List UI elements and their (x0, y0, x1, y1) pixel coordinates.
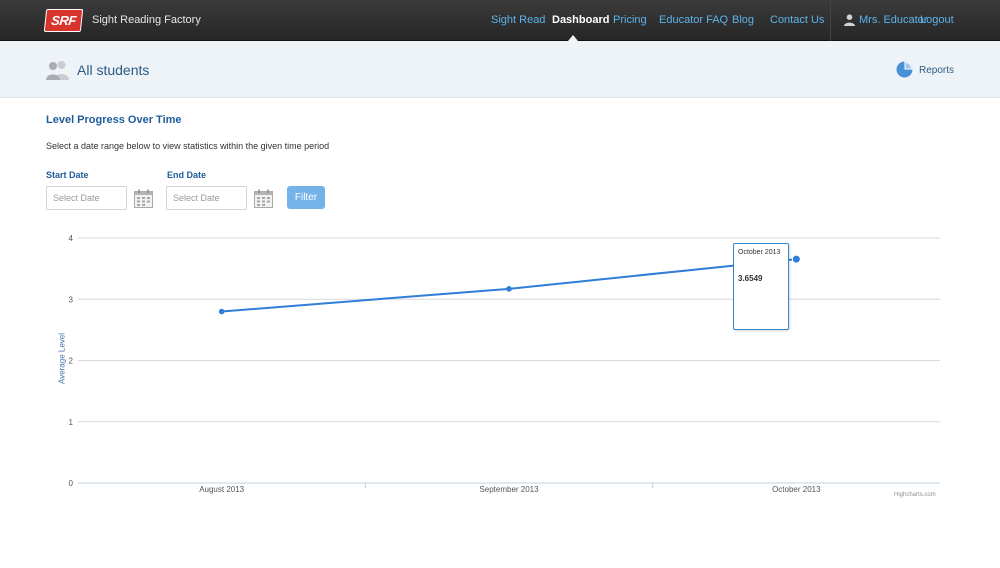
level-progress-chart: 0 1 2 3 4 August 2013 September 2013 October 2… (69, 234, 940, 494)
nav-pricing[interactable]: Pricing (613, 14, 647, 26)
y-axis-title: Average Level (57, 333, 67, 384)
nav-divider (830, 0, 831, 41)
filter-button[interactable]: Filter (287, 186, 325, 209)
calendar-icon[interactable] (254, 189, 273, 208)
section-title: Level Progress Over Time (46, 114, 182, 126)
x-axis: August 2013 September 2013 October 2013 (78, 482, 940, 494)
logout-link[interactable]: Logout (920, 14, 954, 26)
series-line-path (221, 258, 797, 313)
y-tick-label: 2 (69, 357, 74, 366)
srf-logo[interactable]: SRF (43, 9, 84, 32)
nav-contact-us[interactable]: Contact Us (770, 14, 824, 26)
tooltip-label: October 2013 (738, 249, 781, 256)
chart-tooltip: October 2013 3.6549 (733, 243, 789, 330)
y-tick-label: 3 (69, 295, 74, 304)
highcharts-credit[interactable]: Highcharts.com (894, 492, 936, 498)
y-tick-label: 0 (69, 479, 74, 488)
calendar-icon[interactable] (134, 189, 153, 208)
y-axis-ticks: 0 1 2 3 4 (69, 234, 74, 488)
instructions-text: Select a date range below to view statis… (46, 141, 330, 151)
top-navbar: SRF Sight Reading Factory Sight Read Das… (0, 0, 1000, 41)
x-tick-label: September 2013 (479, 485, 539, 494)
y-tick-label: 4 (69, 234, 74, 243)
nav-educator-faq[interactable]: Educator FAQ (659, 14, 728, 26)
nav-blog[interactable]: Blog (732, 14, 754, 26)
x-tick-label: August 2013 (199, 485, 244, 494)
nav-sight-read[interactable]: Sight Read (491, 14, 545, 26)
brand-name[interactable]: Sight Reading Factory (92, 14, 201, 26)
user-icon (844, 14, 855, 26)
nav-dashboard[interactable]: Dashboard (552, 14, 609, 26)
series-line (218, 254, 801, 315)
data-point (218, 308, 225, 315)
page-title: All students (77, 62, 150, 78)
user-name-link[interactable]: Mrs. Educator (859, 14, 927, 26)
start-date-input[interactable] (46, 186, 127, 210)
y-tick-label: 1 (69, 418, 74, 427)
data-point (791, 254, 801, 264)
pie-chart-icon[interactable] (896, 61, 913, 78)
grid-lines (78, 237, 940, 423)
reports-link[interactable]: Reports (919, 65, 954, 76)
end-date-label: End Date (167, 170, 207, 180)
tooltip-value: 3.6549 (738, 274, 763, 283)
x-tick-label: October 2013 (772, 485, 821, 494)
data-point (506, 286, 512, 292)
start-date-label: Start Date (46, 170, 89, 180)
students-icon (46, 61, 69, 80)
page-header (0, 41, 1000, 98)
end-date-input[interactable] (166, 186, 247, 210)
